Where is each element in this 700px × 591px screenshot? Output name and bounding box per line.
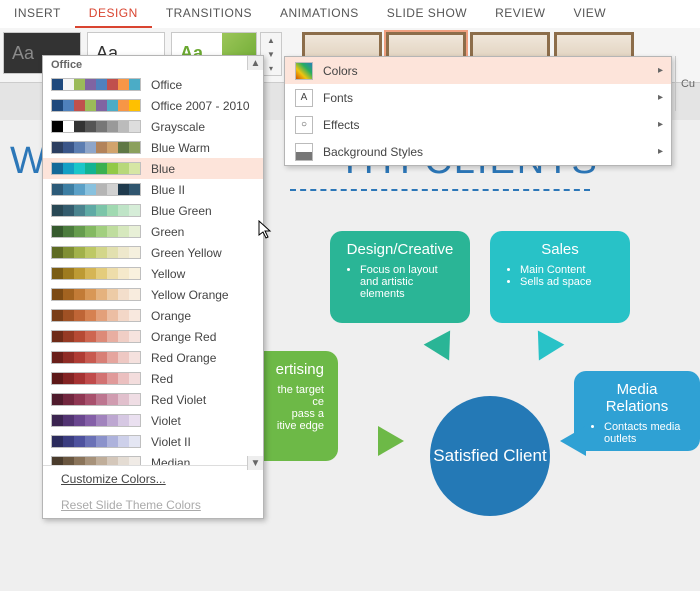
- scheme-label: Red Violet: [151, 393, 206, 407]
- color-swatches: [51, 372, 141, 385]
- scheme-label: Yellow: [151, 267, 185, 281]
- chevron-right-icon: ▸: [658, 119, 663, 130]
- color-themes-header: Office: [43, 56, 263, 74]
- color-scheme-office[interactable]: Office: [43, 74, 263, 95]
- color-swatches: [51, 456, 141, 465]
- box-media-relations[interactable]: Media RelationsContacts media outlets: [574, 371, 700, 451]
- color-swatches: [51, 162, 141, 175]
- scheme-label: Orange Red: [151, 330, 216, 344]
- color-swatches: [51, 288, 141, 301]
- color-scheme-red-orange[interactable]: Red Orange: [43, 347, 263, 368]
- scheme-label: Grayscale: [151, 120, 205, 134]
- scheme-label: Yellow Orange: [151, 288, 229, 302]
- ribbon-tab-animations[interactable]: ANIMATIONS: [266, 0, 373, 28]
- color-swatches: [51, 351, 141, 364]
- scheme-label: Blue: [151, 162, 175, 176]
- color-scheme-green[interactable]: Green: [43, 221, 263, 242]
- color-scheme-yellow-orange[interactable]: Yellow Orange: [43, 284, 263, 305]
- scheme-label: Blue Green: [151, 204, 212, 218]
- arrow-icon: [560, 426, 586, 456]
- ribbon-tab-insert[interactable]: INSERT: [0, 0, 75, 28]
- ribbon-tab-design[interactable]: DESIGN: [75, 0, 152, 28]
- color-swatches: [51, 309, 141, 322]
- box-sales[interactable]: SalesMain ContentSells ad space: [490, 231, 630, 323]
- scheme-label: Office 2007 - 2010: [151, 99, 250, 113]
- color-swatches: [51, 204, 141, 217]
- arrow-icon: [378, 426, 404, 456]
- chevron-right-icon: ▸: [658, 146, 663, 157]
- color-swatches: [51, 246, 141, 259]
- chevron-right-icon: ▸: [658, 92, 663, 103]
- menu-item-fonts[interactable]: AFonts▸: [285, 84, 671, 111]
- scheme-label: Green Yellow: [151, 246, 222, 260]
- variants-menu: Colors▸AFonts▸○Effects▸Background Styles…: [284, 56, 672, 166]
- color-swatches: [51, 414, 141, 427]
- color-swatches: [51, 78, 141, 91]
- color-swatches: [51, 435, 141, 448]
- center-circle[interactable]: Satisfied Client: [430, 396, 550, 516]
- color-swatches: [51, 267, 141, 280]
- background styles-icon: [295, 143, 313, 161]
- color-swatches: [51, 393, 141, 406]
- scheme-label: Violet: [151, 414, 181, 428]
- scheme-label: Office: [151, 78, 182, 92]
- ribbon-tab-view[interactable]: VIEW: [559, 0, 620, 28]
- scheme-label: Orange: [151, 309, 191, 323]
- color-scheme-blue[interactable]: Blue: [43, 158, 263, 179]
- panel-footer: Customize Colors... Reset Slide Theme Co…: [43, 465, 263, 518]
- ribbon-tab-review[interactable]: REVIEW: [481, 0, 559, 28]
- color-scheme-red-violet[interactable]: Red Violet: [43, 389, 263, 410]
- ribbon-tab-transitions[interactable]: TRANSITIONS: [152, 0, 266, 28]
- reset-colors-link: Reset Slide Theme Colors: [43, 492, 263, 518]
- arrow-icon: [424, 330, 463, 367]
- scheme-label: Blue Warm: [151, 141, 210, 155]
- color-scheme-orange-red[interactable]: Orange Red: [43, 326, 263, 347]
- scheme-label: Green: [151, 225, 184, 239]
- color-scheme-red[interactable]: Red: [43, 368, 263, 389]
- scheme-label: Blue II: [151, 183, 185, 197]
- menu-item-background-styles[interactable]: Background Styles▸: [285, 138, 671, 165]
- scheme-label: Violet II: [151, 435, 191, 449]
- color-scheme-median[interactable]: Median: [43, 452, 263, 465]
- color-scheme-green-yellow[interactable]: Green Yellow: [43, 242, 263, 263]
- color-scheme-orange[interactable]: Orange: [43, 305, 263, 326]
- scheme-label: Red Orange: [151, 351, 216, 365]
- color-swatches: [51, 225, 141, 238]
- menu-item-effects[interactable]: ○Effects▸: [285, 111, 671, 138]
- fonts-icon: A: [295, 89, 313, 107]
- color-swatches: [51, 99, 141, 112]
- color-swatches: [51, 141, 141, 154]
- color-scheme-violet[interactable]: Violet: [43, 410, 263, 431]
- menu-item-colors[interactable]: Colors▸: [285, 57, 671, 84]
- effects-icon: ○: [295, 116, 313, 134]
- color-schemes-list: Office Office 2007 - 2010 Grayscale Blue Wa…: [43, 74, 263, 465]
- color-swatches: [51, 330, 141, 343]
- color-scheme-blue-warm[interactable]: Blue Warm: [43, 137, 263, 158]
- ribbon-tab-slide-show[interactable]: SLIDE SHOW: [373, 0, 481, 28]
- color-swatches: [51, 183, 141, 196]
- color-scheme-grayscale[interactable]: Grayscale: [43, 116, 263, 137]
- color-swatches: [51, 120, 141, 133]
- chevron-right-icon: ▸: [658, 65, 663, 76]
- color-scheme-yellow[interactable]: Yellow: [43, 263, 263, 284]
- color-scheme-blue-ii[interactable]: Blue II: [43, 179, 263, 200]
- color-scheme-blue-green[interactable]: Blue Green: [43, 200, 263, 221]
- color-themes-panel: Office ▲ Office Office 2007 - 2010 Graysca…: [42, 55, 264, 519]
- customize-colors-link[interactable]: Customize Colors...: [43, 466, 263, 492]
- theme-aa-label: Aa: [12, 43, 34, 64]
- color-scheme-office-2007-2010[interactable]: Office 2007 - 2010: [43, 95, 263, 116]
- arrow-icon: [526, 330, 565, 367]
- customize-label: Cu: [675, 56, 700, 111]
- scheme-label: Red: [151, 372, 173, 386]
- colors-icon: [295, 62, 313, 80]
- scheme-label: Median: [151, 456, 190, 466]
- scroll-up[interactable]: ▲: [247, 56, 263, 70]
- ribbon-tabs: INSERTDESIGNTRANSITIONSANIMATIONSSLIDE S…: [0, 0, 700, 28]
- box-design-creative[interactable]: Design/CreativeFocus on layout and artis…: [330, 231, 470, 323]
- scroll-down[interactable]: ▼: [247, 456, 263, 470]
- color-scheme-violet-ii[interactable]: Violet II: [43, 431, 263, 452]
